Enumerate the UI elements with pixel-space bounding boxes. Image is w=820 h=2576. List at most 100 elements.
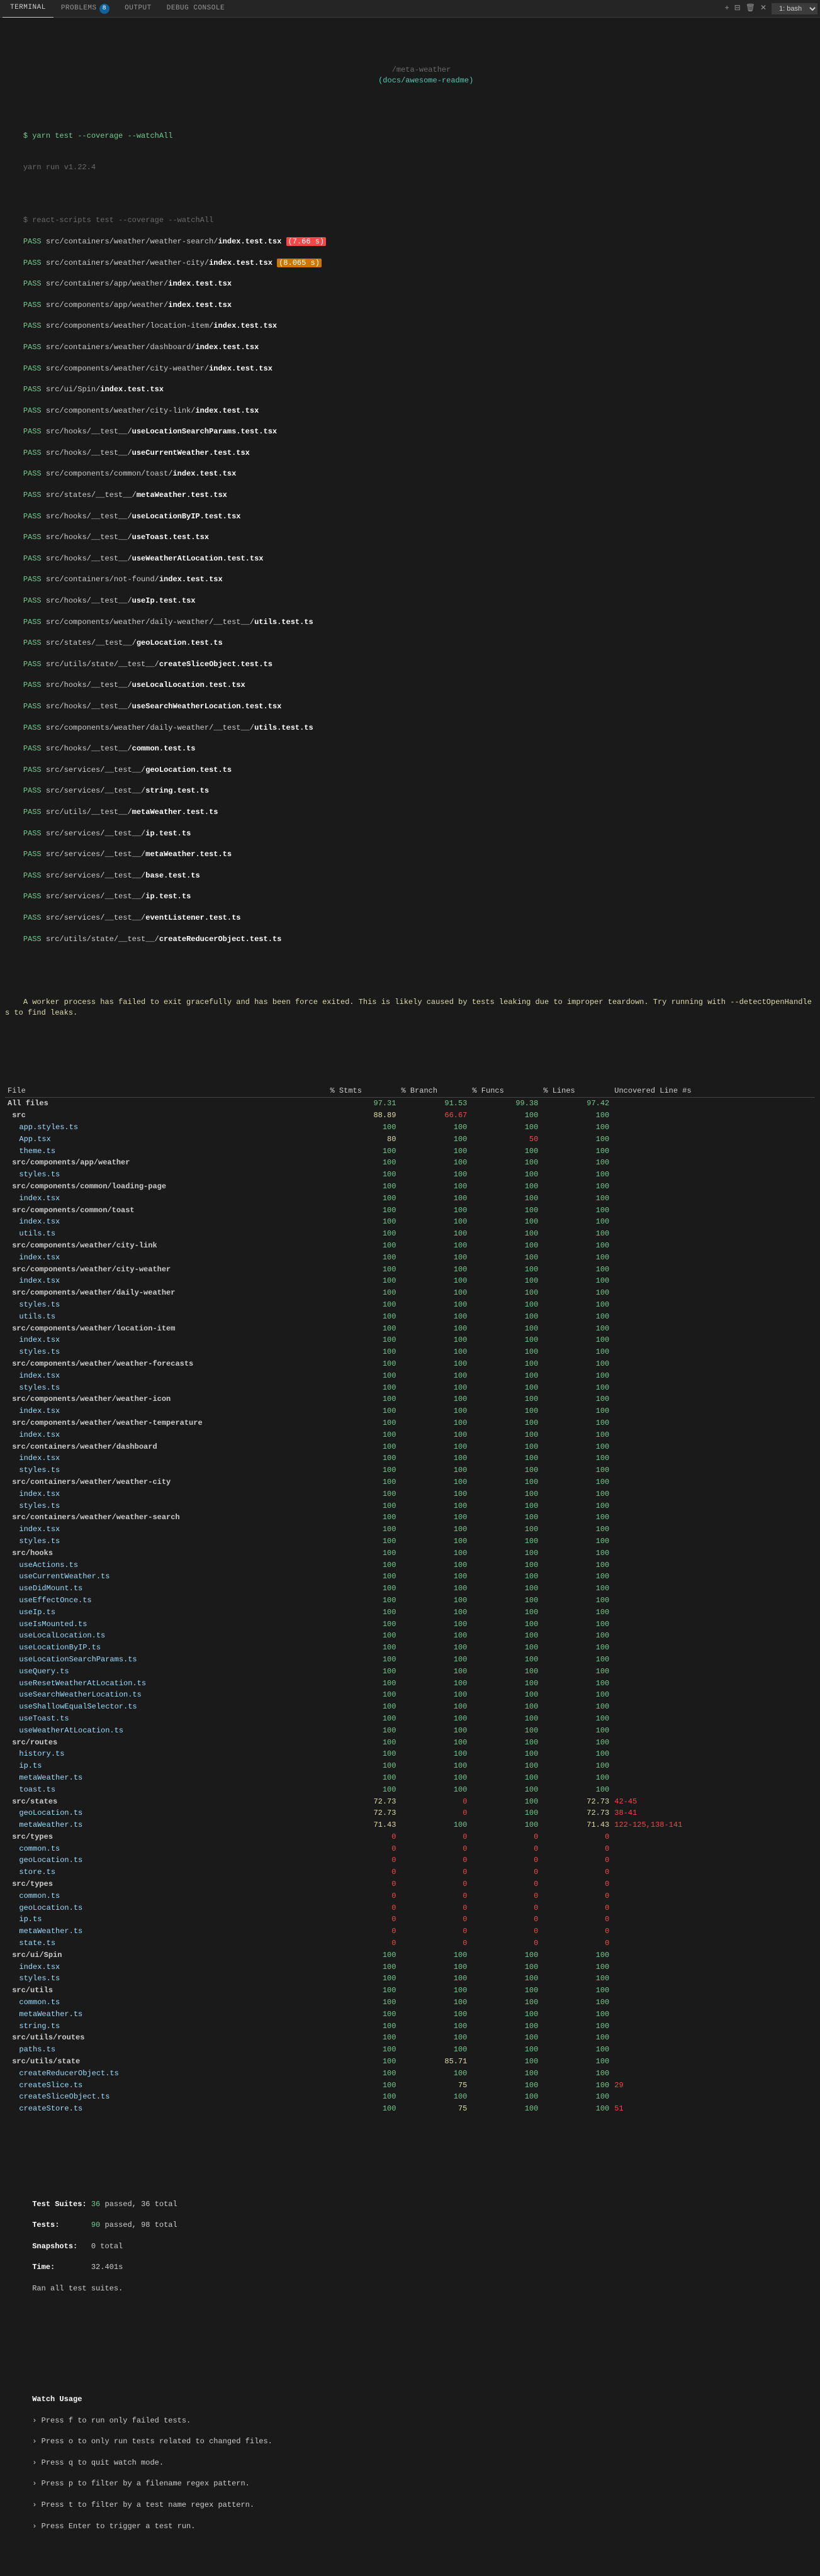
time-red: (7.66 s) — [286, 237, 327, 246]
table-row: src/components/weather/city-link 100 100… — [5, 1240, 815, 1252]
col-header-uncovered: Uncovered Line #s — [612, 1084, 815, 1098]
all-files-lines: 97.42 — [541, 1098, 612, 1110]
pass-file-4: src/components/app/weather/index.test.ts… — [46, 301, 232, 309]
table-row: index.tsx 100 100 100 100 — [5, 1429, 815, 1441]
table-row: geoLocation.ts 0 0 0 0 — [5, 1902, 815, 1914]
pass-label-31: PASS — [23, 871, 42, 880]
pass-file-26: src/services/__test__/geoLocation.test.t… — [46, 766, 232, 774]
split-icon[interactable]: ⊟ — [734, 3, 741, 14]
watch-usage: Watch Usage › Press f to run only failed… — [5, 2384, 815, 2553]
pass-label-29: PASS — [23, 829, 42, 838]
pass-label-26: PASS — [23, 766, 42, 774]
pass-label-15: PASS — [23, 533, 42, 542]
table-row: styles.ts 100 100 100 100 — [5, 1346, 815, 1358]
pass-label-6: PASS — [23, 343, 42, 352]
table-row: useIsMounted.ts 100 100 100 100 — [5, 1619, 815, 1631]
pass-label-24: PASS — [23, 723, 42, 732]
table-row: geoLocation.ts 72.73 0 100 72.73 38-41 — [5, 1807, 815, 1819]
table-row: app.styles.ts 100 100 100 100 — [5, 1122, 815, 1134]
bash-selector[interactable]: 1: bash — [772, 3, 817, 14]
table-row: index.tsx 100 100 100 100 — [5, 1524, 815, 1536]
file-app-styles: app.styles.ts — [5, 1122, 328, 1134]
all-files-row: All files 97.31 91.53 99.38 97.42 — [5, 1098, 815, 1110]
pass-file-11: src/hooks/__test__/useCurrentWeather.tes… — [46, 449, 250, 457]
tab-output[interactable]: OUTPUT — [117, 0, 159, 18]
pass-label-34: PASS — [23, 935, 42, 944]
pass-label-27: PASS — [23, 786, 42, 795]
table-row: ip.ts 0 0 0 0 — [5, 1914, 815, 1926]
file-app-tsx: App.tsx — [5, 1134, 328, 1146]
pass-label-13: PASS — [23, 491, 42, 499]
table-row: src/routes 100 100 100 100 — [5, 1737, 815, 1749]
table-row: createReducerObject.ts 100 100 100 100 — [5, 2068, 815, 2080]
table-row: src/components/weather/weather-forecasts… — [5, 1358, 815, 1370]
table-row: history.ts 100 100 100 100 — [5, 1748, 815, 1760]
table-row: styles.ts 100 100 100 100 — [5, 1973, 815, 1985]
table-row: App.tsx 80 100 50 100 — [5, 1134, 815, 1146]
table-row: src/containers/weather/weather-search 10… — [5, 1512, 815, 1524]
trash-icon[interactable]: 🗑 — [746, 3, 755, 14]
table-row: styles.ts 100 100 100 100 — [5, 1299, 815, 1311]
table-row: useLocationSearchParams.ts 100 100 100 1… — [5, 1654, 815, 1666]
pass-label-11: PASS — [23, 449, 42, 457]
title-link — [374, 76, 378, 85]
table-row: useDidMount.ts 100 100 100 100 — [5, 1583, 815, 1595]
table-row: src/hooks 100 100 100 100 — [5, 1547, 815, 1559]
table-row: useToast.ts 100 100 100 100 — [5, 1713, 815, 1725]
table-row: string.ts 100 100 100 100 — [5, 2021, 815, 2032]
pass-file-1: src/containers/weather/weather-search/in… — [46, 237, 281, 246]
table-row: src/types 0 0 0 0 — [5, 1831, 815, 1843]
pass-file-7: src/components/weather/city-weather/inde… — [46, 364, 272, 373]
tab-icons: + ⊟ 🗑 ✕ — [719, 3, 772, 14]
table-row: useActions.ts 100 100 100 100 — [5, 1559, 815, 1571]
table-row: common.ts 0 0 0 0 — [5, 1890, 815, 1902]
pass-label-9: PASS — [23, 406, 42, 415]
table-row: styles.ts 100 100 100 100 — [5, 1169, 815, 1181]
plus-icon[interactable]: + — [724, 3, 729, 14]
table-row: utils.ts 100 100 100 100 — [5, 1311, 815, 1323]
pass-label-2: PASS — [23, 259, 42, 267]
pass-file-27: src/services/__test__/string.test.ts — [46, 786, 209, 795]
close-icon[interactable]: ✕ — [760, 3, 767, 14]
watch-option-4: › Press p to filter by a filename regex … — [32, 2479, 250, 2488]
table-row: index.tsx 100 100 100 100 — [5, 1405, 815, 1417]
table-row: src/ui/Spin 100 100 100 100 — [5, 1949, 815, 1961]
pass-label-20: PASS — [23, 638, 42, 647]
table-row: useCurrentWeather.ts 100 100 100 100 — [5, 1571, 815, 1583]
pass-label-22: PASS — [23, 681, 42, 689]
pass-file-5: src/components/weather/location-item/ind… — [46, 321, 277, 330]
table-row: src/components/weather/city-weather 100 … — [5, 1264, 815, 1276]
tab-problems[interactable]: PROBLEMS 8 — [53, 0, 117, 18]
table-row: src/containers/weather/dashboard 100 100… — [5, 1441, 815, 1453]
watch-option-1: › Press f to run only failed tests. — [32, 2416, 191, 2425]
table-row: src/components/weather/daily-weather 100… — [5, 1287, 815, 1299]
table-row: metaWeather.ts 100 100 100 100 — [5, 1772, 815, 1784]
table-row: src/utils/state 100 85.71 100 100 — [5, 2056, 815, 2068]
all-files-funcs: 99.38 — [469, 1098, 541, 1110]
react-scripts-line: $ react-scripts test --coverage --watchA… — [23, 216, 213, 225]
table-row: useWeatherAtLocation.ts 100 100 100 100 — [5, 1725, 815, 1737]
table-row: src/types 0 0 0 0 — [5, 1878, 815, 1890]
table-row: src/components/weather/weather-icon 100 … — [5, 1393, 815, 1405]
table-row: useResetWeatherAtLocation.ts 100 100 100… — [5, 1678, 815, 1690]
table-row: src/components/common/toast 100 100 100 … — [5, 1205, 815, 1217]
pass-file-23: src/hooks/__test__/useSearchWeatherLocat… — [46, 702, 281, 711]
tab-debug-console[interactable]: DEBUG CONSOLE — [159, 0, 232, 18]
table-row: src/utils/routes 100 100 100 100 — [5, 2032, 815, 2044]
table-row: utils.ts 100 100 100 100 — [5, 1228, 815, 1240]
terminal-container: TERMINAL PROBLEMS 8 OUTPUT DEBUG CONSOLE… — [0, 0, 820, 2576]
src-branch: 66.67 — [398, 1110, 469, 1122]
pass-file-13: src/states/__test__/metaWeather.test.tsx — [46, 491, 227, 499]
pass-label-7: PASS — [23, 364, 42, 373]
coverage-table: File % Stmts % Branch % Funcs % Lines Un… — [5, 1084, 815, 2115]
pass-label-14: PASS — [23, 512, 42, 521]
pass-label-21: PASS — [23, 660, 42, 669]
tab-terminal[interactable]: TERMINAL — [3, 0, 53, 18]
all-files-uncovered — [612, 1098, 815, 1110]
time-orange: (8.065 s) — [277, 259, 322, 267]
pass-file-8: src/ui/Spin/index.test.tsx — [46, 385, 164, 394]
src-lines: 100 — [541, 1110, 612, 1122]
pass-file-14: src/hooks/__test__/useLocationByIP.test.… — [46, 512, 241, 521]
all-files-branch: 91.53 — [398, 1098, 469, 1110]
watch-option-3: › Press q to quit watch mode. — [32, 2458, 164, 2467]
